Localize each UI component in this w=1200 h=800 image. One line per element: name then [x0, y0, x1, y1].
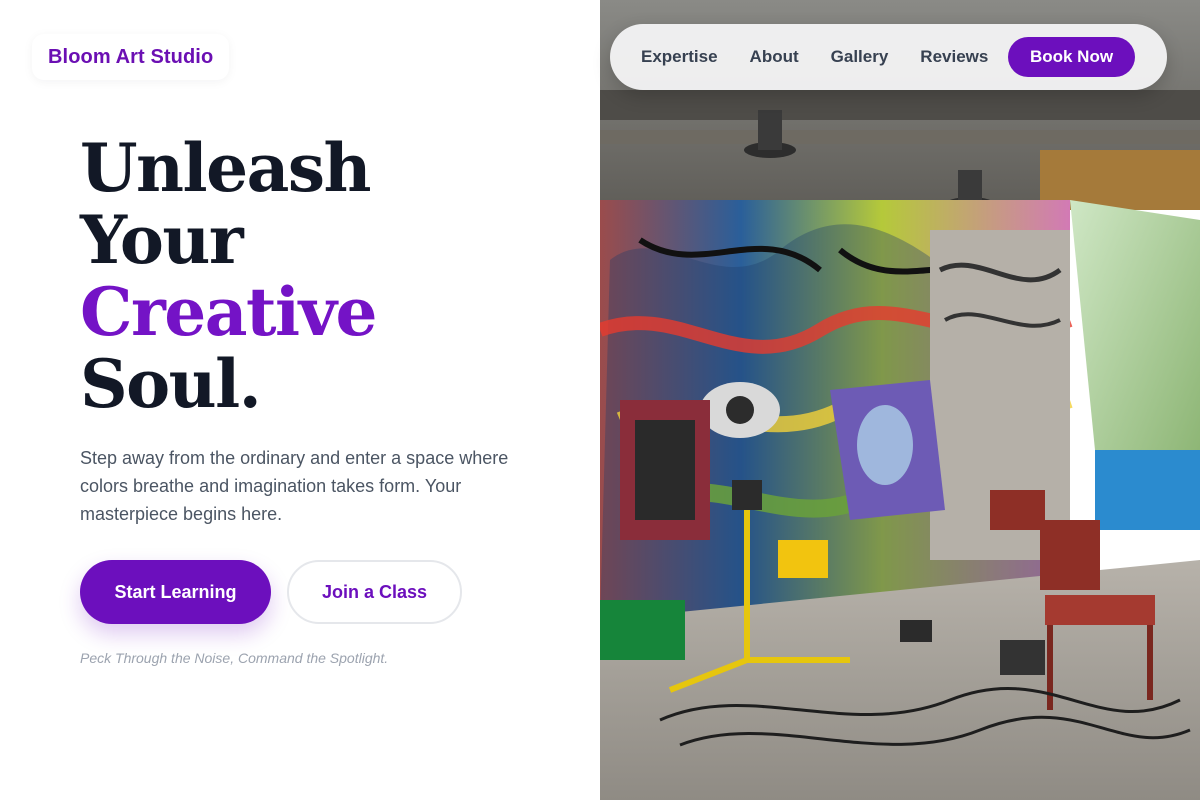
nav-link-gallery[interactable]: Gallery — [831, 47, 889, 67]
start-learning-button[interactable]: Start Learning — [80, 560, 271, 624]
headline-line-4: Soul. — [80, 345, 262, 423]
graffiti-studio-image — [600, 0, 1200, 800]
join-class-button[interactable]: Join a Class — [287, 560, 462, 624]
headline-line-1: Unleash — [80, 129, 372, 207]
brand-logo[interactable]: Bloom Art Studio — [32, 34, 230, 80]
top-navigation: Expertise About Gallery Reviews Book Now — [610, 24, 1167, 90]
hero-tagline: Peck Through the Noise, Command the Spot… — [80, 650, 389, 666]
headline-accent-word: Creative — [80, 273, 377, 351]
nav-link-expertise[interactable]: Expertise — [641, 47, 718, 67]
nav-link-about[interactable]: About — [750, 47, 799, 67]
hero-left-panel: Bloom Art Studio Unleash Your Creative S… — [0, 0, 600, 800]
hero-subtitle: Step away from the ordinary and enter a … — [80, 448, 509, 524]
nav-link-reviews[interactable]: Reviews — [920, 47, 988, 67]
hero-headline: Unleash Your Creative Soul. — [80, 129, 377, 423]
book-now-button[interactable]: Book Now — [1008, 37, 1135, 77]
headline-line-2: Your — [80, 201, 244, 279]
hero-image-panel — [600, 0, 1200, 800]
